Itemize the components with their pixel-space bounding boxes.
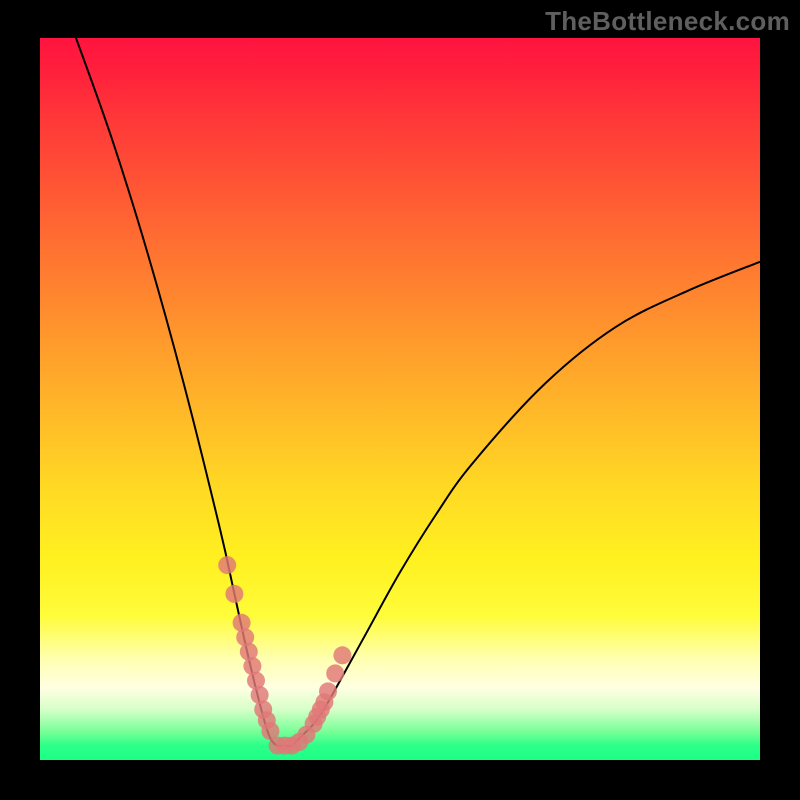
highlight-dot [225,585,243,603]
curve-svg [40,38,760,760]
highlight-dots-group [218,556,351,755]
highlight-dot [333,646,351,664]
watermark-text: TheBottleneck.com [545,6,790,37]
plot-area [40,38,760,760]
highlight-dot [326,664,344,682]
highlight-dot [218,556,236,574]
bottleneck-curve [76,38,760,746]
highlight-dot [319,682,337,700]
chart-stage: TheBottleneck.com [0,0,800,800]
